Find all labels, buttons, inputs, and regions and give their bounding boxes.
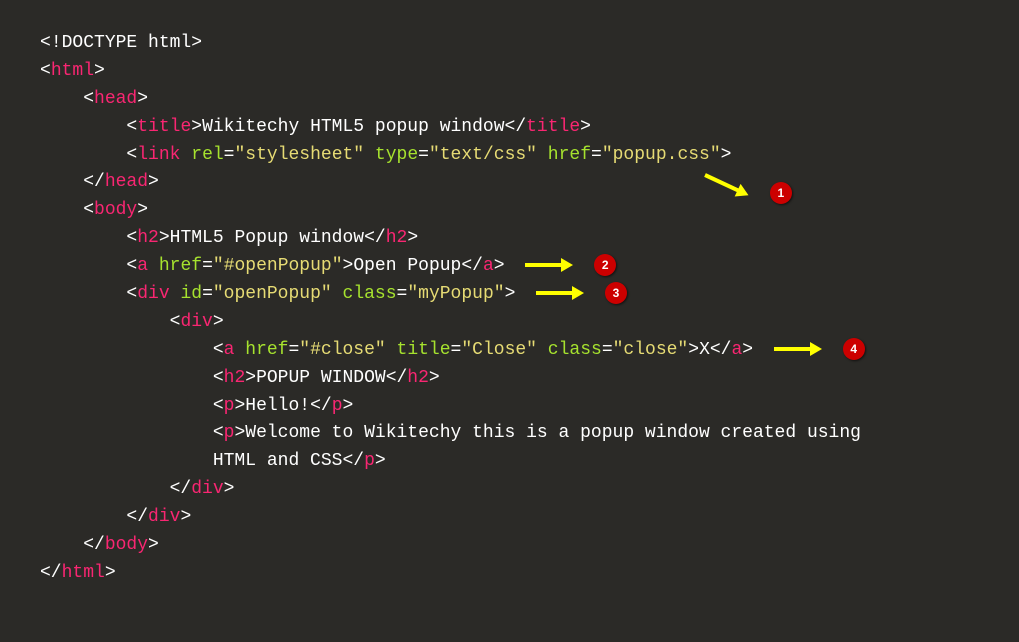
arrow-icon — [525, 260, 577, 270]
code-line: <head> — [40, 86, 979, 114]
code-line: <html> — [40, 58, 979, 86]
code-line: </html> — [40, 560, 979, 588]
code-line: <link rel="stylesheet" type="text/css" h… — [40, 142, 979, 170]
code-line: <div id="openPopup" class="myPopup"> 3 — [40, 281, 979, 309]
arrow-icon — [536, 288, 588, 298]
annotation-1: 1 — [695, 163, 796, 191]
annotation-badge-3: 3 — [605, 282, 627, 304]
annotation-badge-2: 2 — [594, 254, 616, 276]
code-line: <p>Welcome to Wikitechy this is a popup … — [40, 420, 979, 448]
code-line: <p>Hello!</p> — [40, 393, 979, 421]
code-block: <!DOCTYPE html> <html> <head> <title>Wik… — [40, 30, 979, 588]
code-line: <h2>HTML5 Popup window</h2> — [40, 225, 979, 253]
code-line: </div> — [40, 504, 979, 532]
arrow-icon — [774, 344, 826, 354]
code-line: </body> — [40, 532, 979, 560]
code-line: </head> — [40, 169, 979, 197]
code-line: <title>Wikitechy HTML5 popup window</tit… — [40, 114, 979, 142]
code-line: <a href="#close" title="Close" class="cl… — [40, 337, 979, 365]
code-line: <a href="#openPopup">Open Popup</a> 2 — [40, 253, 979, 281]
annotation-badge-4: 4 — [843, 338, 865, 360]
code-line: <body> — [40, 197, 979, 225]
code-line: <h2>POPUP WINDOW</h2> — [40, 365, 979, 393]
code-line: <div> — [40, 309, 979, 337]
code-line: </div> — [40, 476, 979, 504]
code-line: <!DOCTYPE html> — [40, 30, 979, 58]
code-line: HTML and CSS</p> — [40, 448, 979, 476]
annotation-badge-1: 1 — [770, 182, 792, 204]
